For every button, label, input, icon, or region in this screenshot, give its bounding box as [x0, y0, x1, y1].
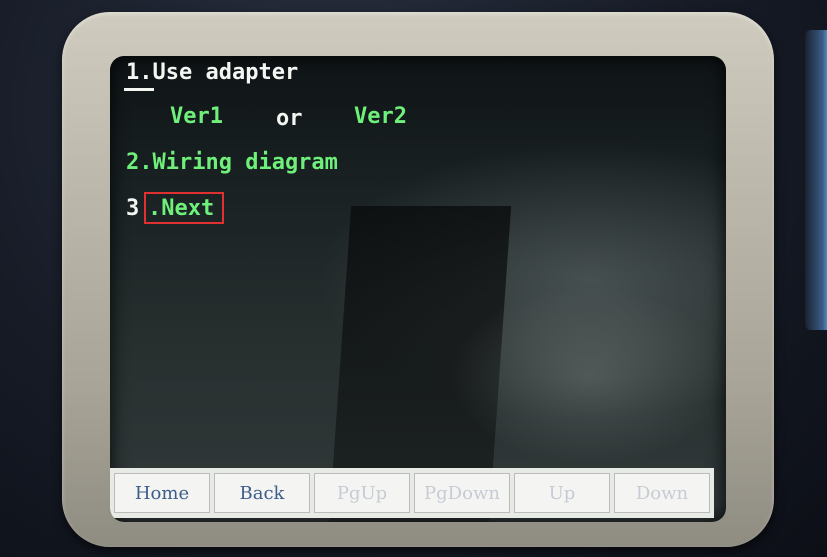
screen-glare [450, 286, 726, 466]
option-ver2[interactable]: Ver2 [354, 104, 407, 129]
down-button[interactable]: Down [614, 473, 710, 513]
up-button[interactable]: Up [514, 473, 610, 513]
device-body: 1.Use adapter Ver1 or Ver2 2.Wiring diag… [0, 0, 827, 557]
selection-cursor [124, 88, 154, 91]
home-button[interactable]: Home [114, 473, 210, 513]
page-up-button[interactable]: PgUp [314, 473, 410, 513]
menu-item-use-adapter[interactable]: 1.Use adapter [126, 60, 298, 85]
option-ver1[interactable]: Ver1 [170, 104, 223, 129]
option-separator-or: or [276, 106, 303, 131]
back-button[interactable]: Back [214, 473, 310, 513]
side-panel [805, 30, 827, 330]
menu-item-next[interactable]: .Next [148, 196, 214, 221]
menu-item-wiring-diagram[interactable]: 2.Wiring diagram [126, 150, 338, 175]
page-down-button[interactable]: PgDown [414, 473, 510, 513]
bottom-toolbar: Home Back PgUp PgDown Up Down [110, 468, 714, 518]
menu-item-next-number: 3 [126, 196, 140, 221]
lcd-screen: 1.Use adapter Ver1 or Ver2 2.Wiring diag… [110, 56, 726, 522]
